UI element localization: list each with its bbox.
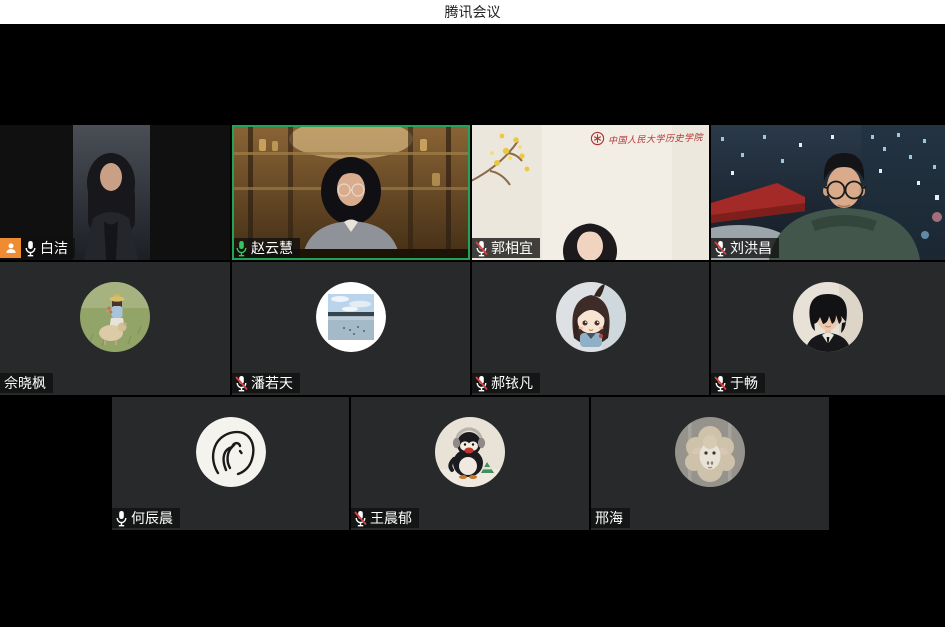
mic-on-icon xyxy=(24,240,37,257)
avatar-lake-landscape xyxy=(316,282,386,352)
video-tile-liuhongchang[interactable]: 刘洪昌 xyxy=(711,125,945,260)
name-label: 何辰晨 xyxy=(112,508,180,528)
mic-muted-icon xyxy=(475,240,488,257)
participant-name: 于畅 xyxy=(730,373,758,393)
mic-muted-icon xyxy=(354,510,367,527)
name-label: 刘洪昌 xyxy=(711,238,779,258)
video-tile-guoxiangyi[interactable]: 中国人民大学历史学院 郭相宜 xyxy=(472,125,709,260)
avatar-penguin-plush-headphones xyxy=(435,417,505,487)
avatar-sheep-face xyxy=(675,417,745,487)
avatar-tile-yuchang[interactable]: 于畅 xyxy=(711,262,945,395)
avatar-white-line-art-doodle xyxy=(196,417,266,487)
name-label: 白洁 xyxy=(21,238,75,258)
name-label: 潘若天 xyxy=(232,373,300,393)
mic-muted-icon xyxy=(714,240,727,257)
avatar-tile-shexiaofeng[interactable]: 佘晓枫 xyxy=(0,262,230,395)
window-titlebar: 腾讯会议 xyxy=(0,0,945,24)
mic-on-icon xyxy=(115,510,128,527)
video-tile-zhaoyunhui[interactable]: 赵云慧 xyxy=(232,125,470,260)
participant-name: 王晨郁 xyxy=(370,508,412,528)
participant-name: 何辰晨 xyxy=(131,508,173,528)
host-person-icon xyxy=(4,241,18,255)
participant-name: 赵云慧 xyxy=(251,238,293,258)
avatar-tile-haoyifan[interactable]: 郝铱凡 xyxy=(472,262,709,395)
name-label: 郭相宜 xyxy=(472,238,540,258)
mic-muted-icon xyxy=(714,375,727,392)
participant-name: 佘晓枫 xyxy=(4,373,46,393)
name-label: 佘晓枫 xyxy=(0,373,53,393)
app-title: 腾讯会议 xyxy=(445,2,501,22)
mic-muted-icon xyxy=(235,375,248,392)
avatar-tile-xinghai[interactable]: 邢海 xyxy=(591,397,829,530)
name-label: 赵云慧 xyxy=(232,238,300,258)
name-label: 邢海 xyxy=(591,508,630,528)
avatar-tile-wangchenyu[interactable]: 王晨郁 xyxy=(351,397,589,530)
avatar-tile-panruotian[interactable]: 潘若天 xyxy=(232,262,470,395)
participant-name: 白洁 xyxy=(40,238,68,258)
avatar-anime-boy-black-suit xyxy=(793,282,863,352)
participant-name: 刘洪昌 xyxy=(730,238,772,258)
participant-name: 郭相宜 xyxy=(491,238,533,258)
name-label: 于畅 xyxy=(711,373,765,393)
host-badge xyxy=(0,238,21,258)
mic-speaking-icon xyxy=(235,240,248,257)
participant-name: 邢海 xyxy=(595,508,623,528)
avatar-lamb-in-meadow xyxy=(80,282,150,352)
university-emblem-icon xyxy=(590,131,605,146)
university-logo: 中国人民大学历史学院 xyxy=(590,131,703,146)
meeting-window: 腾讯会议 xyxy=(0,0,945,627)
avatar-tile-hechenchen[interactable]: 何辰晨 xyxy=(112,397,349,530)
participant-name: 郝铱凡 xyxy=(491,373,533,393)
participant-name: 潘若天 xyxy=(251,373,293,393)
video-tile-baijie[interactable]: 白洁 xyxy=(0,125,230,260)
mic-muted-icon xyxy=(475,375,488,392)
name-label: 郝铱凡 xyxy=(472,373,540,393)
university-logo-text: 中国人民大学历史学院 xyxy=(608,130,703,146)
avatar-anime-chibi-girl xyxy=(556,282,626,352)
name-label: 王晨郁 xyxy=(351,508,419,528)
